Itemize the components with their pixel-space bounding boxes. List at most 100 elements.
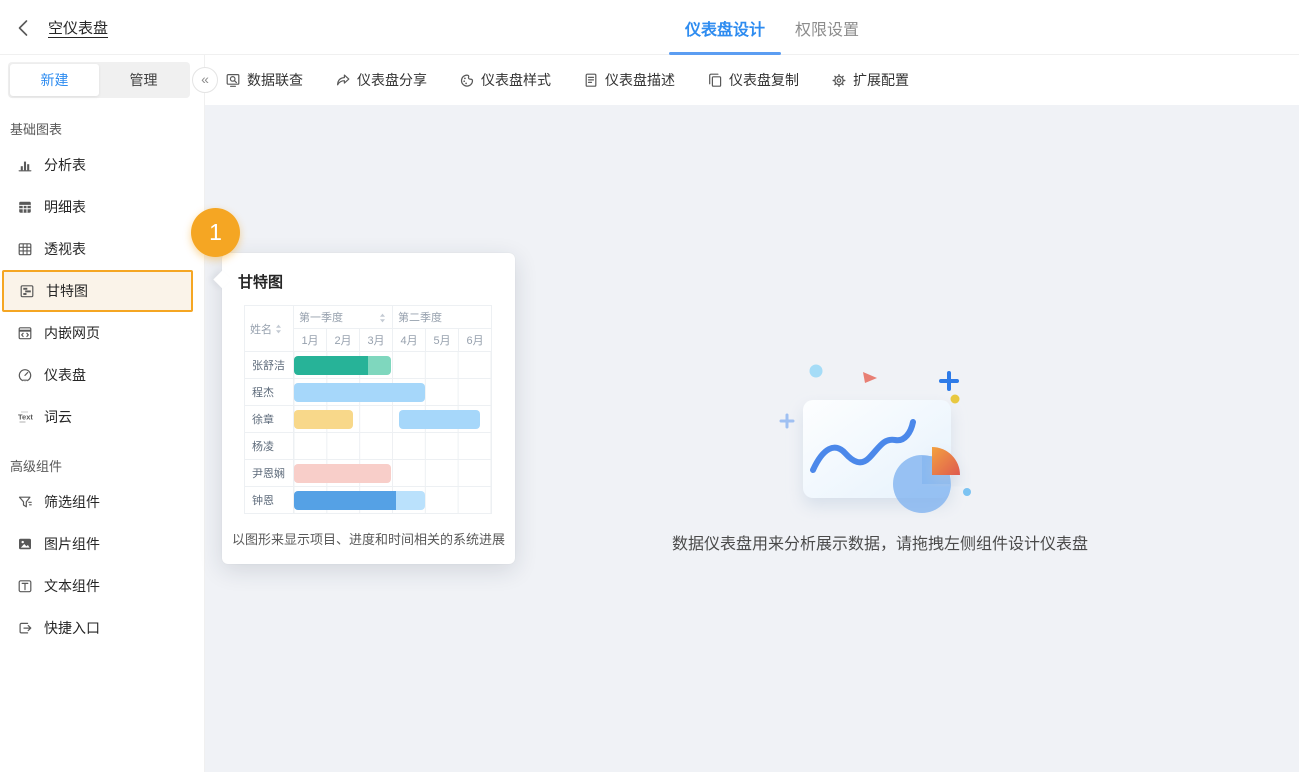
config-icon (831, 72, 847, 88)
gantt-quarter-header: 第二季度 (393, 306, 492, 329)
dashboard-toolbar: « 数据联查仪表盘分享仪表盘样式仪表盘描述仪表盘复制扩展配置 (205, 55, 1299, 105)
describe-icon (583, 72, 599, 88)
gantt-month-header: 4月 (393, 329, 426, 352)
sidebar-item-detail-table[interactable]: 明细表 (0, 186, 193, 228)
step-badge: 1 (191, 208, 240, 257)
toolbar-style-button[interactable]: 仪表盘样式 (459, 70, 551, 90)
data-link-icon (225, 72, 241, 88)
active-tab-indicator (669, 52, 781, 55)
word-cloud-icon: Text (16, 409, 33, 426)
gantt-name-header: 姓名 (245, 306, 294, 352)
gantt-quarter-header: 第一季度 (294, 306, 393, 329)
filter-icon (16, 494, 33, 511)
embed-web-icon (16, 325, 33, 342)
sidebar-item-word-cloud[interactable]: Text词云 (0, 396, 193, 438)
dashboard-empty-illustration-icon (765, 352, 995, 522)
toolbar-config-button[interactable]: 扩展配置 (831, 70, 909, 90)
sidebar-tab-new[interactable]: 新建 (10, 64, 99, 96)
gantt-bar (294, 383, 425, 402)
canvas-empty-state: 数据仪表盘用来分析展示数据，请拖拽左侧组件设计仪表盘 (655, 352, 1105, 554)
toolbar-item-label: 仪表盘描述 (605, 70, 675, 90)
toolbar-describe-button[interactable]: 仪表盘描述 (583, 70, 675, 90)
tab-permission-settings[interactable]: 权限设置 (793, 0, 861, 55)
toolbar-share-button[interactable]: 仪表盘分享 (335, 70, 427, 90)
toolbar-item-label: 扩展配置 (853, 70, 909, 90)
gauge-icon (16, 367, 33, 384)
sidebar-item-pivot-table[interactable]: 透视表 (0, 228, 193, 270)
sidebar-section-title: 高级组件 (0, 438, 193, 481)
gantt-month-header: 3月 (360, 329, 393, 352)
sidebar-section-title: 基础图表 (0, 107, 193, 144)
sidebar-item-gauge[interactable]: 仪表盘 (0, 354, 193, 396)
gantt-row-bars (294, 460, 492, 487)
gantt-table: 姓名第一季度第二季度1月2月3月4月5月6月张舒洁程杰徐章杨凌尹恩娴钟恩 (244, 305, 492, 514)
gantt-month-header: 2月 (327, 329, 360, 352)
back-chevron-icon (16, 19, 30, 37)
gantt-icon (18, 283, 35, 300)
gantt-row-name: 钟恩 (245, 487, 294, 514)
gantt-row-bars (294, 433, 492, 460)
sidebar-item-label: 透视表 (44, 239, 86, 259)
gantt-bar (399, 410, 479, 429)
sidebar-item-text[interactable]: 文本组件 (0, 565, 193, 607)
gantt-bar (294, 410, 353, 429)
gantt-row-bars (294, 406, 492, 433)
toolbar-data-link-button[interactable]: 数据联查 (225, 70, 303, 90)
gantt-row: 徐章 (245, 406, 492, 433)
sidebar-item-label: 分析表 (44, 155, 86, 175)
sidebar-item-label: 快捷入口 (44, 618, 100, 638)
gantt-row-bars (294, 379, 492, 406)
gantt-row: 程杰 (245, 379, 492, 406)
gantt-row-name: 尹恩娴 (245, 460, 294, 487)
tab-label: 权限设置 (795, 16, 859, 40)
gantt-bar (368, 356, 391, 375)
sidebar-nav: 基础图表分析表明细表透视表甘特图内嵌网页仪表盘 Text词云高级组件筛选组件图片组… (0, 107, 193, 649)
toolbar-item-label: 仪表盘样式 (481, 70, 551, 90)
sidebar-item-label: 图片组件 (44, 534, 100, 554)
gantt-preview-tooltip: 甘特图 姓名第一季度第二季度1月2月3月4月5月6月张舒洁程杰徐章杨凌尹恩娴钟恩… (222, 253, 515, 564)
app-header: 空仪表盘 仪表盘设计 权限设置 (0, 0, 1299, 55)
sidebar-item-label: 仪表盘 (44, 365, 86, 385)
analysis-table-icon (16, 157, 33, 174)
sidebar-item-label: 内嵌网页 (44, 323, 100, 343)
sidebar-item-shortcut[interactable]: 快捷入口 (0, 607, 193, 649)
toolbar-item-label: 数据联查 (247, 70, 303, 90)
gantt-row: 张舒洁 (245, 352, 492, 379)
tooltip-title: 甘特图 (238, 271, 499, 292)
sidebar-item-image[interactable]: 图片组件 (0, 523, 193, 565)
detail-table-icon (16, 199, 33, 216)
gantt-bar (294, 491, 396, 510)
gantt-row-bars (294, 352, 492, 379)
toolbar-item-label: 仪表盘复制 (729, 70, 799, 90)
back-button[interactable] (12, 17, 34, 39)
sidebar-tab-switcher: 新建 管理 (8, 62, 190, 98)
toolbar-copy-button[interactable]: 仪表盘复制 (707, 70, 799, 90)
tab-dashboard-design[interactable]: 仪表盘设计 (683, 0, 767, 55)
gantt-row: 杨凌 (245, 433, 492, 460)
sidebar-item-label: 筛选组件 (44, 492, 100, 512)
component-sidebar: 新建 管理 基础图表分析表明细表透视表甘特图内嵌网页仪表盘 Text词云高级组件筛… (0, 55, 205, 772)
sidebar-item-label: 明细表 (44, 197, 86, 217)
share-icon (335, 72, 351, 88)
text-icon (16, 578, 33, 595)
style-icon (459, 72, 475, 88)
gantt-month-header: 1月 (294, 329, 327, 352)
gantt-preview-table: 姓名第一季度第二季度1月2月3月4月5月6月张舒洁程杰徐章杨凌尹恩娴钟恩 (244, 305, 493, 514)
gantt-row-name: 张舒洁 (245, 352, 294, 379)
pivot-table-icon (16, 241, 33, 258)
page-title[interactable]: 空仪表盘 (48, 17, 108, 38)
sidebar-item-label: 甘特图 (46, 281, 88, 301)
canvas-empty-hint: 数据仪表盘用来分析展示数据，请拖拽左侧组件设计仪表盘 (655, 530, 1105, 554)
shortcut-icon (16, 620, 33, 637)
sidebar-item-gantt[interactable]: 甘特图 (2, 270, 193, 312)
header-tabs: 仪表盘设计 权限设置 (683, 0, 861, 55)
gantt-bar (294, 464, 391, 483)
gantt-row-name: 程杰 (245, 379, 294, 406)
image-icon (16, 536, 33, 553)
sidebar-item-filter[interactable]: 筛选组件 (0, 481, 193, 523)
sidebar-item-analysis-table[interactable]: 分析表 (0, 144, 193, 186)
sidebar-tab-manage[interactable]: 管理 (99, 64, 188, 96)
collapse-sidebar-button[interactable]: « (192, 67, 218, 93)
tab-label: 仪表盘设计 (685, 16, 765, 40)
sidebar-item-embed-web[interactable]: 内嵌网页 (0, 312, 193, 354)
